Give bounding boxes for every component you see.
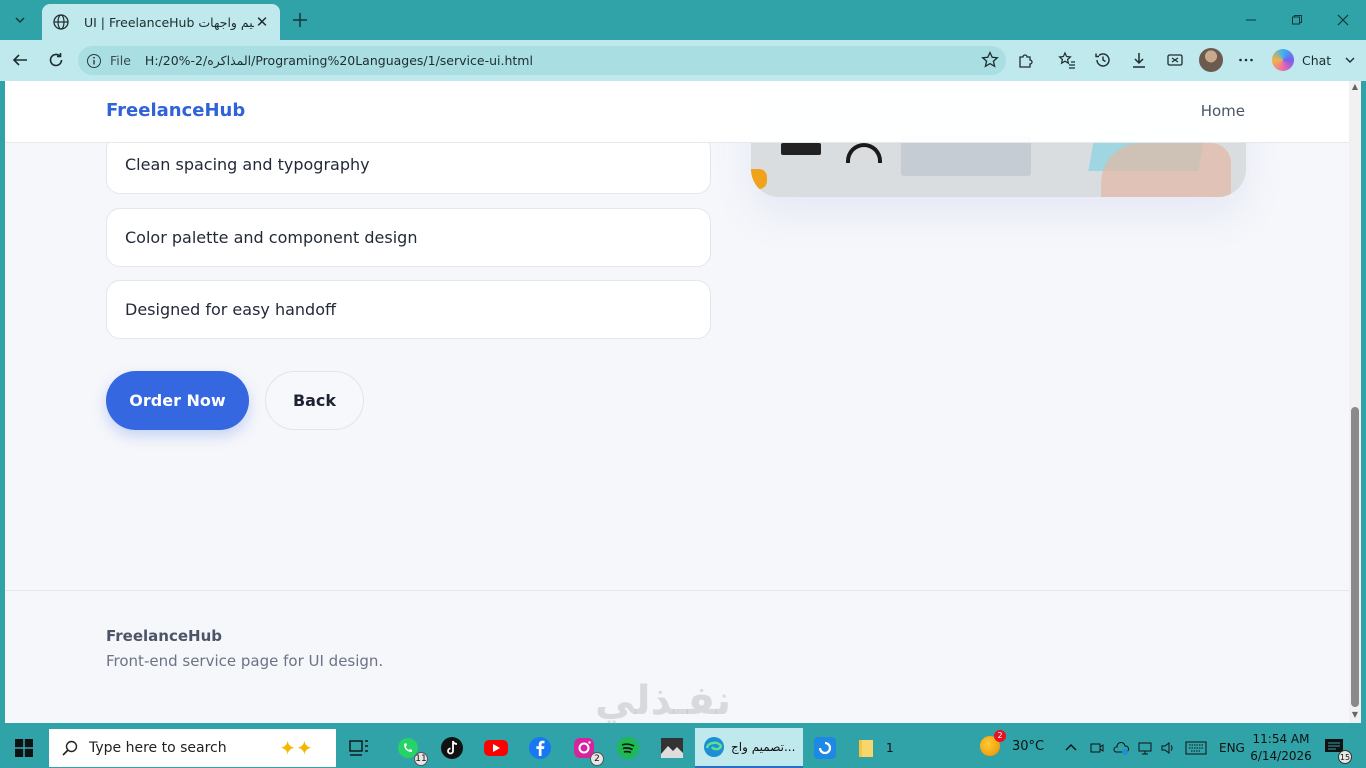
- profile-avatar[interactable]: [1199, 48, 1223, 72]
- search-placeholder: Type here to search: [89, 740, 227, 756]
- windows-start-icon[interactable]: [0, 728, 48, 768]
- chat-label: Chat: [1302, 52, 1332, 68]
- keyboard-icon[interactable]: [1185, 738, 1207, 758]
- new-tab-plus-icon[interactable]: [288, 8, 312, 32]
- feature-item: Clean spacing and typography: [106, 135, 711, 194]
- close-window-icon[interactable]: [1320, 0, 1366, 40]
- system-clock[interactable]: 11:54 AM 6/14/2026: [1250, 731, 1312, 765]
- page-viewport: FreelanceHub Home Clean spacing and typo…: [5, 81, 1349, 723]
- folder-task-label: 1: [886, 741, 894, 755]
- input-language[interactable]: ENG: [1219, 738, 1245, 758]
- folder-icon: [859, 740, 873, 757]
- address-url[interactable]: H:/20%-2/المذاكره/Programing%20Languages…: [145, 53, 533, 68]
- weather-sun-icon: 2: [980, 730, 1006, 756]
- tiktok-icon[interactable]: [436, 732, 468, 764]
- clock-date: 6/14/2026: [1250, 749, 1312, 763]
- instagram-icon[interactable]: 2: [568, 732, 604, 766]
- search-icon: [61, 739, 79, 757]
- feature-label: Color palette and component design: [125, 228, 418, 247]
- copilot-chat-button[interactable]: Chat: [1272, 48, 1331, 72]
- hero-hands: [1101, 143, 1231, 197]
- hero-cup: [751, 169, 767, 189]
- downloads-icon[interactable]: [1126, 47, 1152, 73]
- tab-close-icon[interactable]: ✕: [254, 13, 270, 31]
- youtube-icon[interactable]: [480, 732, 512, 764]
- watermark-logo: نفـذلي: [595, 678, 732, 724]
- weather-temperature: 30°C: [1012, 738, 1045, 754]
- browser-title-bar: UI | FreelanceHub تصميم واجهات ✕: [0, 0, 1366, 40]
- extensions-puzzle-icon[interactable]: [1013, 47, 1039, 73]
- brand-logo-link[interactable]: FreelanceHub: [106, 100, 245, 121]
- whatsapp-badge: 11: [414, 752, 428, 766]
- search-highlight-sparkle-icon[interactable]: ✦✦: [268, 735, 324, 761]
- notification-count-badge: 15: [1338, 750, 1352, 764]
- feature-item: Designed for easy handoff: [106, 280, 711, 339]
- notification-center-icon[interactable]: 15: [1324, 738, 1352, 764]
- chevron-down-icon[interactable]: [1337, 47, 1363, 73]
- copilot-logo-icon: [1272, 49, 1294, 71]
- restore-icon[interactable]: [1274, 0, 1320, 40]
- windows-taskbar: Type here to search ✦✦ 11 2 تصميم واج...…: [0, 728, 1366, 768]
- edge-taskbar-item[interactable]: تصميم واج...: [695, 728, 803, 768]
- scroll-down-arrow-icon[interactable]: ▼: [1351, 711, 1359, 719]
- scroll-up-arrow-icon[interactable]: ▲: [1351, 83, 1359, 91]
- feature-label: Clean spacing and typography: [125, 155, 370, 174]
- history-icon[interactable]: [1090, 47, 1116, 73]
- address-file-label: File: [110, 53, 131, 68]
- favorite-star-icon[interactable]: [980, 50, 1000, 70]
- nav-home-link[interactable]: Home: [1201, 102, 1245, 120]
- volume-icon[interactable]: [1160, 738, 1176, 758]
- info-icon[interactable]: [86, 53, 102, 69]
- app-circle-icon[interactable]: [809, 732, 841, 764]
- footer-brand: FreelanceHub: [106, 627, 223, 645]
- more-options-icon[interactable]: [1233, 47, 1259, 73]
- feature-item: Color palette and component design: [106, 208, 711, 267]
- edge-browser-icon: [704, 737, 724, 757]
- taskbar-search-box[interactable]: Type here to search ✦✦: [49, 729, 336, 767]
- footer-tagline: Front-end service page for UI design.: [106, 652, 384, 670]
- back-button[interactable]: Back: [265, 371, 364, 430]
- instagram-badge: 2: [590, 752, 604, 766]
- whatsapp-icon[interactable]: 11: [392, 732, 428, 766]
- show-hidden-icons-chevron-up-icon[interactable]: [1064, 738, 1078, 758]
- active-tab[interactable]: UI | FreelanceHub تصميم واجهات ✕: [42, 4, 280, 40]
- facebook-icon[interactable]: [524, 732, 556, 764]
- spotify-icon[interactable]: [612, 732, 644, 764]
- weather-badge: 2: [994, 730, 1006, 742]
- site-header: FreelanceHub Home: [5, 81, 1349, 143]
- tab-actions-chevron-icon[interactable]: [6, 7, 34, 33]
- address-bar[interactable]: File H:/20%-2/المذاكره/Programing%20Lang…: [78, 46, 1006, 75]
- order-now-button[interactable]: Order Now: [106, 371, 249, 430]
- back-arrow-icon[interactable]: [7, 47, 33, 73]
- refresh-icon[interactable]: [43, 47, 69, 73]
- weather-widget[interactable]: 2 30°C: [980, 730, 1045, 756]
- feature-label: Designed for easy handoff: [125, 300, 337, 319]
- edge-task-label: تصميم واج...: [731, 740, 796, 754]
- file-explorer-taskbar-item[interactable]: 1: [850, 728, 910, 768]
- onedrive-cloud-icon[interactable]: [1112, 738, 1130, 758]
- meet-now-icon[interactable]: [1089, 738, 1105, 758]
- page-scrollbar[interactable]: ▲ ▼: [1349, 81, 1361, 723]
- tab-title: UI | FreelanceHub تصميم واجهات: [84, 14, 254, 30]
- hero-keyboard: [781, 143, 821, 155]
- task-view-icon[interactable]: [343, 732, 375, 764]
- globe-icon: [52, 13, 70, 31]
- window-frame-edge: [1361, 81, 1366, 723]
- favorites-list-icon[interactable]: [1054, 47, 1080, 73]
- photo-app-icon[interactable]: [656, 732, 688, 764]
- scroll-thumb[interactable]: [1351, 407, 1359, 707]
- network-icon[interactable]: [1137, 738, 1153, 758]
- minimize-icon[interactable]: [1228, 0, 1274, 40]
- clock-time: 11:54 AM: [1252, 732, 1310, 746]
- screenshot-icon[interactable]: [1162, 47, 1188, 73]
